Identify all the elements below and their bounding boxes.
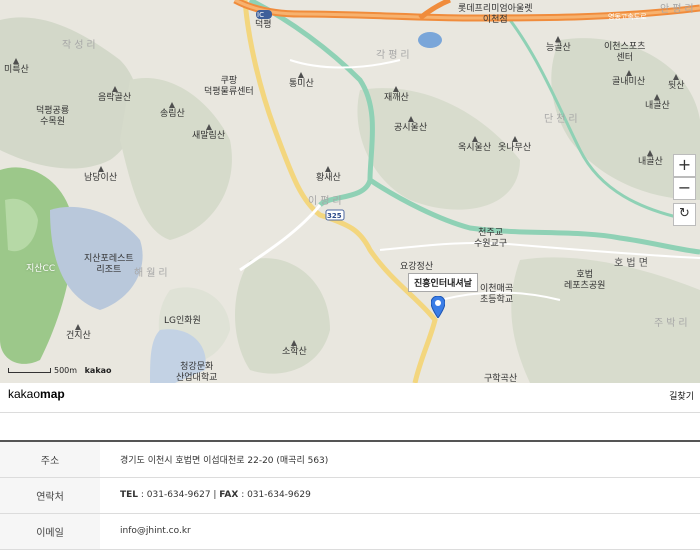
- label-haewolri: 해월리: [134, 268, 171, 279]
- peak-icon: [97, 166, 104, 172]
- kakao-watermark: kakao: [84, 366, 112, 375]
- peak-icon: [647, 150, 654, 156]
- map-footer: kakaomap 길찾기: [0, 383, 700, 413]
- label-songnimsan: 송림산: [160, 102, 185, 120]
- contact-label: 연락처: [0, 477, 100, 514]
- label-mireuksan: 미륵산: [4, 58, 29, 76]
- label-maegok-school: 이천매곡 초등학교: [480, 284, 514, 305]
- label-ipyeongri: 이평리: [308, 196, 345, 207]
- email-label: 이메일: [0, 513, 100, 550]
- peak-icon: [111, 86, 118, 92]
- label-jisan-cc: 지산CC: [26, 264, 56, 274]
- contact-value: TEL : 031-634-9627 | FAX : 031-634-9629: [100, 477, 700, 514]
- label-geonjisan: 건지산: [66, 324, 91, 342]
- scale-bar-line: [8, 368, 51, 373]
- label-gongsiulsan: 공시울산: [394, 116, 427, 134]
- label-sohaksan: 소학산: [282, 340, 307, 358]
- label-jubakri: 주박리: [654, 318, 691, 329]
- table-row: 주소 경기도 이천시 호법면 이섭대천로 22-20 (매곡리 563): [0, 441, 700, 478]
- peak-icon: [555, 36, 562, 42]
- label-eumnaksan: 음락골산: [98, 86, 131, 104]
- peak-icon: [169, 102, 176, 108]
- marker-label[interactable]: 진흥인터내셔날: [408, 273, 478, 292]
- label-oksisan: 옥시울산: [458, 136, 491, 154]
- table-row: 연락처 TEL : 031-634-9627 | FAX : 031-634-9…: [0, 477, 700, 514]
- zoom-out-button[interactable]: −: [673, 177, 696, 200]
- scale-label: 500m: [54, 366, 78, 375]
- label-jisan-resort: 지산포레스트 리조트: [84, 254, 134, 275]
- scale-bar: 500m kakao: [8, 366, 112, 375]
- label-namdangsan: 남당이산: [84, 166, 117, 184]
- label-deokpyeong: 덕평: [255, 20, 272, 30]
- peak-icon: [407, 116, 414, 122]
- peak-icon: [75, 324, 82, 330]
- label-jaegaesan: 재깨산: [384, 86, 409, 104]
- address-label: 주소: [0, 441, 100, 478]
- reset-view-button[interactable]: ↻: [673, 203, 696, 226]
- peak-icon: [673, 74, 680, 80]
- label-deokpyeong-golf: 덕평공룡 수목원: [36, 106, 70, 127]
- map-view[interactable]: 롯데프리미엄아울렛 이천점 영동고속도로 IC 덕평 작성리 미륵산 쿠팡 덕평…: [0, 0, 700, 383]
- peak-icon: [325, 166, 332, 172]
- label-lg-training: LG인화원: [164, 316, 201, 326]
- label-bottom: 구학곡산: [484, 374, 518, 383]
- address-value: 경기도 이천시 호법면 이섭대천로 22-20 (매곡리 563): [100, 441, 700, 478]
- route-shield-325: 325: [327, 212, 342, 220]
- label-lotte-outlet: 롯데프리미엄아울렛 이천점: [458, 4, 533, 25]
- label-naegolsan: 내골산: [638, 150, 663, 168]
- label-coupang: 쿠팡 덕평물류센터: [204, 76, 254, 97]
- contact-info-table: 주소 경기도 이천시 호법면 이섭대천로 22-20 (매곡리 563) 연락처…: [0, 440, 700, 550]
- label-naegolsan-top: 내골산: [645, 94, 670, 112]
- peak-icon: [471, 136, 478, 142]
- label-gakpyeongri: 각평리: [376, 50, 413, 61]
- label-tongmisan: 통미산: [289, 72, 314, 90]
- peak-icon: [298, 72, 305, 78]
- label-hobeopmyeon: 호 법 면: [614, 258, 648, 269]
- label-dancheonri: 단천리: [544, 114, 581, 125]
- label-sports-center: 이천스포츠 센터: [604, 42, 646, 63]
- kakaomap-logo[interactable]: kakaomap: [8, 387, 65, 401]
- table-row: 이메일 info@jhint.co.kr: [0, 513, 700, 550]
- peak-icon: [511, 136, 518, 142]
- label-golnaemisan: 골내미산: [612, 70, 645, 88]
- label-cheonjugyo: 천주교 수원교구: [474, 228, 508, 249]
- label-jakseongri: 작성리: [62, 40, 99, 51]
- peak-icon: [205, 124, 212, 130]
- email-value[interactable]: info@jhint.co.kr: [100, 513, 700, 550]
- peak-icon: [291, 340, 298, 346]
- label-saemalimsan: 새말림산: [192, 124, 225, 142]
- label-yogangsan: 요강정산: [400, 262, 434, 272]
- label-hwangsaesan: 황새산: [316, 166, 341, 184]
- label-twitsan: 뒷산: [668, 74, 685, 92]
- zoom-in-button[interactable]: +: [673, 154, 696, 177]
- label-cheonggang: 청강문화 산업대학교: [176, 362, 218, 383]
- label-oknamusan: 옷나무산: [498, 136, 531, 154]
- label-anpyeongri: 안평리: [660, 4, 697, 15]
- location-pin-icon[interactable]: [431, 296, 445, 318]
- peak-icon: [654, 94, 661, 100]
- peak-icon: [625, 70, 632, 76]
- label-expressway: 영동고속도로: [608, 13, 647, 21]
- directions-link[interactable]: 길찾기: [669, 389, 694, 402]
- peak-icon: [13, 58, 20, 64]
- map-canvas[interactable]: [0, 0, 700, 383]
- peak-icon: [393, 86, 400, 92]
- label-neunggolsan: 능골산: [546, 36, 571, 54]
- label-hobeop-sports: 호법 레포츠공원: [564, 270, 606, 291]
